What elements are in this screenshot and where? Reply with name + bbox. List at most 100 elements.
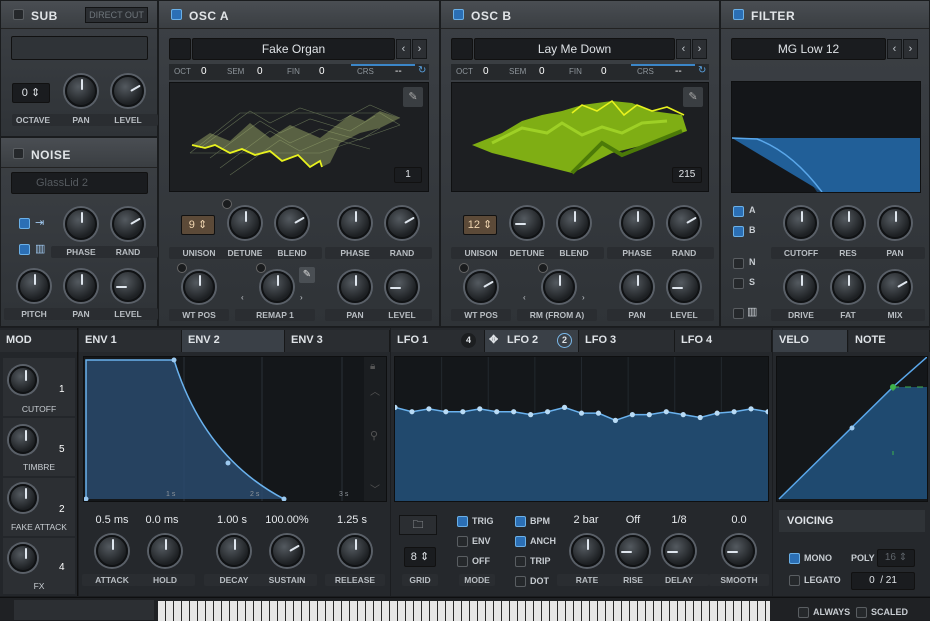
poly-stepper[interactable]: 16 ⇕ xyxy=(877,549,915,567)
filter-type-field[interactable]: MG Low 12 xyxy=(731,38,886,60)
chevron-up-icon[interactable]: ︿ xyxy=(370,383,380,398)
lfo-dot-checkbox[interactable] xyxy=(515,576,526,587)
osc-a-next-button[interactable]: › xyxy=(412,39,427,59)
chevron-down-icon[interactable]: ﹀ xyxy=(370,481,380,496)
osc-a-wavetable-name[interactable]: Fake Organ xyxy=(192,38,395,60)
osc-b-wtpos-knob[interactable] xyxy=(465,271,497,303)
osc-b-level-knob[interactable] xyxy=(668,271,700,303)
lfo-anch-checkbox[interactable] xyxy=(515,536,526,547)
osc-a-enable-checkbox[interactable] xyxy=(171,9,182,20)
noise-keytrack-checkbox[interactable] xyxy=(19,218,30,229)
lfo-point[interactable] xyxy=(409,409,415,415)
lfo-grid-stepper[interactable]: 8 ⇕ xyxy=(404,547,436,567)
osc-b-enable-checkbox[interactable] xyxy=(453,9,464,20)
lfo-graph[interactable] xyxy=(392,356,771,502)
zoom-icon[interactable]: ⚲ xyxy=(370,429,378,442)
osc-a-wtpos-lock-icon[interactable] xyxy=(177,263,187,273)
direct-out-button[interactable]: DIRECT OUT xyxy=(85,7,148,23)
env-release-knob[interactable] xyxy=(339,535,371,567)
octave-stepper[interactable]: 0 ⇕ xyxy=(12,83,50,103)
env-hold-knob[interactable] xyxy=(149,535,181,567)
lfo-point[interactable] xyxy=(460,409,466,415)
osc-a-crs-value[interactable]: -- xyxy=(395,66,402,77)
mod-slot-1[interactable]: 1 CUTOFF xyxy=(3,358,75,416)
osc-a-oct-value[interactable]: 0 xyxy=(201,66,207,77)
lfo-point[interactable] xyxy=(697,414,703,421)
lfo-point[interactable] xyxy=(443,409,449,415)
lfo-point[interactable] xyxy=(731,409,737,415)
tab-env3[interactable]: ENV 3 xyxy=(285,330,390,352)
osc-a-remap-label[interactable]: REMAP 1 xyxy=(235,309,315,321)
osc-a-remap-lock-icon[interactable] xyxy=(256,263,266,273)
osc-a-wtpos-knob[interactable] xyxy=(183,271,215,303)
osc-b-rm-next-icon[interactable]: › xyxy=(582,293,585,302)
lfo-mode-off-checkbox[interactable] xyxy=(457,556,468,567)
lfo-point[interactable] xyxy=(663,409,669,415)
filter-prev-button[interactable]: ‹ xyxy=(887,39,902,59)
env-graph[interactable]: 1 s 2 s 3 s 🔒︎ ︿ ⚲ ﹀ xyxy=(83,356,387,502)
noise-preset-field[interactable]: GlassLid 2 xyxy=(11,172,148,194)
osc-b-wavetable-display[interactable]: ✎ 215 xyxy=(451,82,709,192)
filter-route-b-checkbox[interactable] xyxy=(733,226,744,237)
osc-b-oct-value[interactable]: 0 xyxy=(483,66,489,77)
osc-a-unison-stepper[interactable]: 9 ⇕ xyxy=(181,215,215,235)
filter-drive-knob[interactable] xyxy=(785,271,817,303)
tab-env1[interactable]: ENV 1 xyxy=(79,330,182,352)
lfo-point[interactable] xyxy=(426,406,432,412)
lfo-point[interactable] xyxy=(629,412,635,418)
filter-fat-knob[interactable] xyxy=(832,271,864,303)
noise-retrig-checkbox[interactable] xyxy=(19,244,30,255)
osc-b-rm-prev-icon[interactable]: ‹ xyxy=(523,293,526,302)
osc-a-sem-value[interactable]: 0 xyxy=(257,66,263,77)
env-decay-knob[interactable] xyxy=(218,535,250,567)
noise-level-knob[interactable] xyxy=(112,270,144,302)
lfo-point[interactable] xyxy=(595,410,602,416)
osc-a-remap-knob[interactable] xyxy=(261,271,293,303)
osc-b-wtpos-lock-icon[interactable] xyxy=(459,263,469,273)
lock-icon[interactable]: 🔒︎ xyxy=(370,361,375,372)
osc-b-edit-icon[interactable]: ✎ xyxy=(683,87,703,107)
mod-slot-3[interactable]: 2 FAKE ATTACK xyxy=(3,478,75,536)
osc-a-blend-knob[interactable] xyxy=(276,207,308,239)
tab-env2[interactable]: ENV 2 xyxy=(182,330,285,352)
lfo-point[interactable] xyxy=(494,409,500,415)
osc-a-wavetable-display[interactable]: ✎ 1 xyxy=(169,82,429,192)
env-attack-knob[interactable] xyxy=(96,535,128,567)
lfo-bpm-checkbox[interactable] xyxy=(515,516,526,527)
lfo-rate-knob[interactable] xyxy=(571,535,603,567)
tab-velo[interactable]: VELO xyxy=(773,330,848,352)
lfo-point[interactable] xyxy=(528,412,534,418)
filter-route-a-checkbox[interactable] xyxy=(733,206,744,217)
osc-b-prev-button[interactable]: ‹ xyxy=(676,39,691,59)
sub-pan-knob[interactable] xyxy=(65,75,97,107)
osc-b-blend-knob[interactable] xyxy=(558,207,590,239)
osc-a-level-knob[interactable] xyxy=(386,271,418,303)
lfo-trip-checkbox[interactable] xyxy=(515,556,526,567)
osc-b-next-button[interactable]: › xyxy=(692,39,707,59)
lfo-smooth-knob[interactable] xyxy=(723,535,755,567)
mod-slot-2[interactable]: 5 TIMBRE xyxy=(3,418,75,476)
osc-b-phase-knob[interactable] xyxy=(621,207,653,239)
sub-enable-checkbox[interactable] xyxy=(13,9,24,20)
filter-mix-knob[interactable] xyxy=(879,271,911,303)
tab-lfo3[interactable]: LFO 3 xyxy=(579,330,675,352)
noise-enable-checkbox[interactable] xyxy=(13,148,24,159)
mod-slot-1-knob[interactable] xyxy=(9,366,37,394)
mod-slot-4[interactable]: 4 FX xyxy=(3,538,75,594)
filter-next-button[interactable]: › xyxy=(903,39,918,59)
mod-slot-2-knob[interactable] xyxy=(9,426,37,454)
noise-phase-knob[interactable] xyxy=(65,208,97,240)
filter-keytrack-checkbox[interactable] xyxy=(733,308,744,319)
osc-b-menu-button[interactable] xyxy=(451,38,473,60)
noise-rand-knob[interactable] xyxy=(112,208,144,240)
legato-checkbox[interactable] xyxy=(789,575,800,586)
mono-checkbox[interactable] xyxy=(789,553,800,564)
lfo-point[interactable] xyxy=(646,412,652,418)
osc-a-prev-button[interactable]: ‹ xyxy=(396,39,411,59)
filter-cutoff-knob[interactable] xyxy=(785,207,817,239)
osc-b-detune-knob[interactable] xyxy=(511,207,543,239)
osc-a-phase-knob[interactable] xyxy=(339,207,371,239)
lfo-mode-env-checkbox[interactable] xyxy=(457,536,468,547)
lfo-point[interactable] xyxy=(511,409,517,415)
filter-pan-knob[interactable] xyxy=(879,207,911,239)
